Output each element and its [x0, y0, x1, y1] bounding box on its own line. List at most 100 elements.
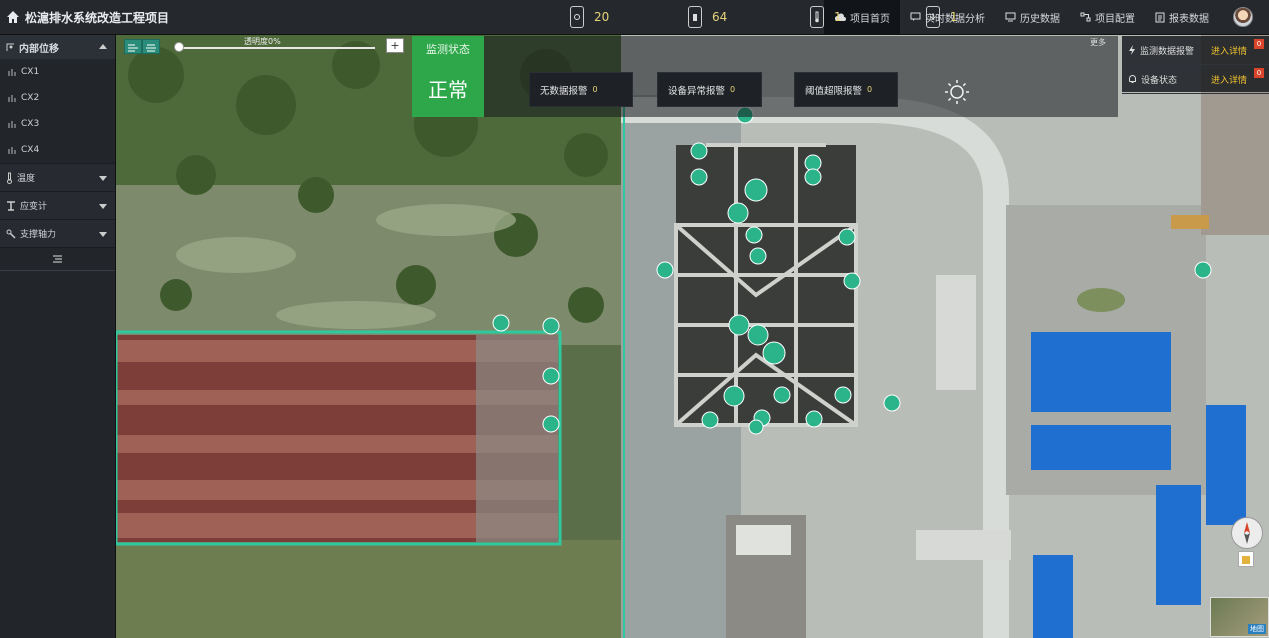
- nav-label: 报表数据: [1169, 13, 1209, 25]
- stat-sensor-count[interactable]: 20: [570, 6, 609, 28]
- aerial-map[interactable]: [116, 35, 1269, 638]
- align-center-button[interactable]: [142, 39, 160, 54]
- minimap[interactable]: 地图: [1210, 597, 1269, 637]
- sensor-marker[interactable]: [883, 394, 901, 412]
- status-badge: 0: [1254, 68, 1264, 78]
- zoom-in-button[interactable]: +: [386, 38, 404, 53]
- stat-value: 64: [712, 10, 728, 24]
- view-details-link[interactable]: 进入详情: [1211, 44, 1247, 57]
- sidebar-group-temperature[interactable]: 温度: [0, 163, 115, 191]
- sensor-marker[interactable]: [744, 178, 768, 202]
- home-icon: [7, 11, 19, 23]
- chevron-down-icon: [99, 232, 107, 237]
- inclinometer-icon: [8, 69, 16, 76]
- stat-device-count[interactable]: 64: [688, 6, 727, 28]
- align-center-icon: [146, 44, 156, 52]
- nav-label: 历史数据: [1020, 13, 1060, 25]
- stat-download-count[interactable]: 1: [926, 6, 958, 28]
- sensor-marker[interactable]: [843, 272, 861, 290]
- sun-weather-icon: [945, 80, 969, 104]
- thermometer-icon: [7, 172, 12, 184]
- sensor-marker[interactable]: [723, 385, 745, 407]
- opacity-label: 透明度0%: [244, 37, 281, 46]
- thermometer-icon: [810, 6, 824, 28]
- nav-project-config[interactable]: 项目配置: [1070, 0, 1145, 34]
- alert-info-panel: 监测数据报警 进入详情 0 设备状态 进入详情 0: [1122, 36, 1269, 94]
- row-device-status: 设备状态 进入详情 0: [1122, 65, 1269, 94]
- compass-icon: [1244, 522, 1250, 544]
- sensor-marker[interactable]: [542, 415, 560, 433]
- menu-icon: [53, 255, 62, 263]
- chevron-up-icon: [99, 44, 107, 49]
- sidebar-item-cx3[interactable]: CX3: [0, 111, 115, 137]
- sidebar-item-cx1[interactable]: CX1: [0, 59, 115, 85]
- stat-temperature-count[interactable]: 1: [810, 6, 842, 28]
- sensor-marker[interactable]: [748, 419, 764, 435]
- sidebar-group-strain-gauge[interactable]: 应变计: [0, 191, 115, 219]
- sidebar-group-internal-displacement[interactable]: 内部位移: [0, 35, 115, 59]
- bell-icon: [1129, 75, 1136, 83]
- sensor-marker[interactable]: [804, 168, 822, 186]
- alarm-no-data[interactable]: 无数据报警 0: [529, 72, 633, 107]
- nav-history-data[interactable]: 历史数据: [995, 0, 1070, 34]
- sensor-marker[interactable]: [1194, 261, 1212, 279]
- opacity-slider-handle[interactable]: [174, 42, 184, 52]
- sensor-marker[interactable]: [492, 314, 510, 332]
- sensor-marker[interactable]: [805, 410, 823, 428]
- map-layer-toggle[interactable]: [1238, 551, 1254, 567]
- top-bar: 松滬排水系统改造工程项目 项目首页 实时数据分析 历史数据 项目配置 报表数据: [0, 0, 1269, 35]
- monitor-status-value: 正常: [428, 78, 468, 102]
- chat-icon: [910, 12, 921, 21]
- alarm-label: 阈值超限报警: [805, 85, 863, 97]
- sidebar-item-cx4[interactable]: CX4: [0, 137, 115, 163]
- displacement-icon: [6, 43, 14, 51]
- align-left-button[interactable]: [124, 39, 142, 54]
- sensor-marker[interactable]: [542, 317, 560, 335]
- sensor-marker[interactable]: [690, 142, 708, 160]
- nav-label: 项目首页: [850, 13, 890, 25]
- strain-gauge-icon: [7, 200, 15, 211]
- alarm-badge: 0: [1254, 39, 1264, 49]
- view-details-link[interactable]: 进入详情: [1211, 73, 1247, 86]
- row-label: 设备状态: [1141, 75, 1178, 86]
- sensor-marker[interactable]: [747, 324, 769, 346]
- sensor-marker[interactable]: [542, 367, 560, 385]
- device-icon: [688, 6, 702, 28]
- sensor-marker[interactable]: [656, 261, 674, 279]
- sensor-marker[interactable]: [727, 202, 749, 224]
- sidebar-item-cx2[interactable]: CX2: [0, 85, 115, 111]
- chevron-down-icon: [99, 204, 107, 209]
- sensor-marker[interactable]: [762, 341, 786, 365]
- sensor-marker[interactable]: [834, 386, 852, 404]
- stat-value: 1: [950, 10, 958, 24]
- sensor-marker[interactable]: [745, 226, 763, 244]
- more-link[interactable]: 更多: [1090, 37, 1106, 48]
- sensor-marker[interactable]: [690, 168, 708, 186]
- sidebar-collapse-button[interactable]: [0, 247, 115, 271]
- alarm-threshold-exceeded[interactable]: 阈值超限报警 0: [794, 72, 898, 107]
- sidebar-item-label: CX4: [21, 145, 40, 155]
- alarm-count: 0: [730, 85, 736, 94]
- sensor-marker[interactable]: [749, 247, 767, 265]
- sensor-marker[interactable]: [728, 314, 750, 336]
- inclinometer-icon: [8, 147, 16, 154]
- alarm-device-abnormal[interactable]: 设备异常报警 0: [657, 72, 762, 107]
- sidebar: 内部位移 CX1 CX2 CX3 CX4 温度 应变计 支撑轴力: [0, 35, 116, 638]
- sensor-marker[interactable]: [773, 386, 791, 404]
- config-icon: [1080, 12, 1091, 22]
- alarm-label: 无数据报警: [540, 85, 588, 97]
- opacity-slider-track[interactable]: [179, 47, 375, 49]
- sensor-marker[interactable]: [838, 228, 856, 246]
- layers-icon: [1242, 556, 1250, 564]
- nav-report-data[interactable]: 报表数据: [1145, 0, 1219, 34]
- sidebar-item-label: CX2: [21, 93, 40, 103]
- sidebar-group-support-axial-force[interactable]: 支撑轴力: [0, 219, 115, 247]
- report-icon: [1155, 12, 1165, 22]
- compass-control[interactable]: [1231, 517, 1263, 549]
- stat-value: 1: [834, 10, 842, 24]
- sidebar-group-label: 温度: [17, 174, 36, 184]
- brand[interactable]: 松滬排水系统改造工程项目: [0, 9, 169, 26]
- user-avatar[interactable]: [1233, 7, 1253, 27]
- sensor-marker[interactable]: [701, 411, 719, 429]
- map-toolbar: 透明度0% +: [124, 37, 404, 54]
